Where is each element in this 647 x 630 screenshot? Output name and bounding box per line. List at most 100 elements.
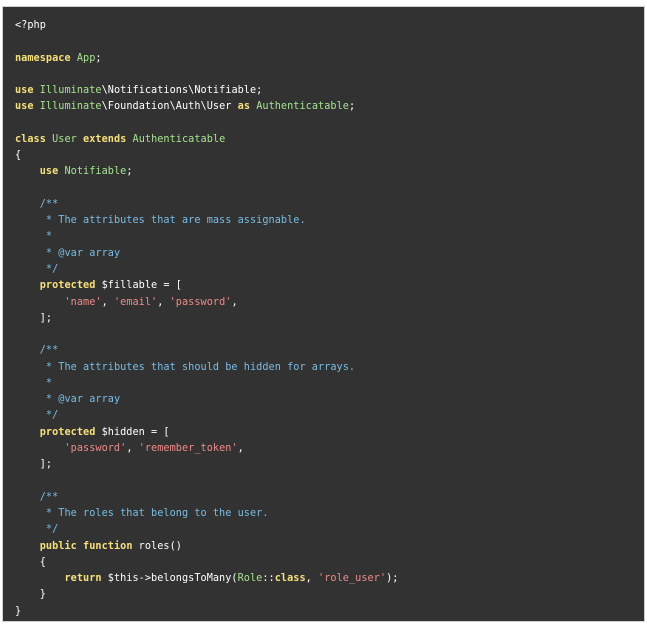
code-line: } (15, 587, 398, 603)
comment-token: * (45, 231, 53, 243)
code-token: \Notifications\Notifiable; (101, 85, 263, 97)
keyword-token: public (39, 540, 77, 552)
code-listing: <?php namespace App; use Illuminate\Notifi… (15, 18, 398, 620)
string-token: 'remember_token' (138, 442, 238, 454)
code-line: } (15, 604, 398, 620)
code-token: ; (348, 101, 356, 113)
comment-token: * The roles that belong to the user. (45, 507, 269, 519)
keyword-token: extends (83, 133, 127, 145)
code-token: { (15, 150, 22, 162)
code-token: , (237, 442, 244, 454)
code-line: * (15, 229, 398, 245)
class-name-token: User (52, 133, 77, 145)
code-line: * The attributes that should be hidden f… (15, 360, 398, 376)
comment-token: * @var array (45, 247, 121, 259)
keyword-token: as (237, 101, 251, 113)
keyword-token: use (39, 166, 59, 178)
keyword-token: protected (39, 426, 96, 438)
keyword-token: use (15, 101, 34, 113)
class-name-token: Notifiable (64, 166, 127, 178)
string-token: 'name' (64, 296, 102, 308)
code-token: , (231, 296, 238, 308)
code-line: * @var array (15, 392, 398, 408)
code-line: { (15, 148, 398, 164)
comment-token: /** (39, 345, 59, 357)
code-token: ; (95, 52, 102, 64)
keyword-token: protected (39, 280, 96, 292)
code-line: 'password', 'remember_token', (15, 441, 398, 457)
keyword-token: function (83, 540, 133, 552)
comment-token: /** (39, 198, 59, 210)
code-line: protected $hidden = [ (15, 425, 398, 441)
code-line: return $this->belongsToMany(Role::class,… (15, 571, 398, 587)
code-token: roles() (132, 540, 182, 552)
keyword-token: use (15, 85, 34, 97)
class-name-token: Illuminate (39, 101, 102, 113)
code-token: { (15, 556, 46, 568)
code-line: <?php (15, 18, 398, 34)
code-line: /** (15, 343, 398, 359)
code-line: */ (15, 262, 398, 278)
code-token: \Foundation\Auth\User (101, 101, 238, 113)
code-token: ); (386, 573, 399, 585)
code-block: <?php namespace App; use Illuminate\Notifi… (2, 6, 645, 622)
code-line: /** (15, 490, 398, 506)
code-line: protected $fillable = [ (15, 278, 398, 294)
code-token: ]; (15, 459, 53, 471)
comment-token: * (45, 377, 53, 389)
code-line: class User extends Authenticatable (15, 132, 398, 148)
comment-token: */ (45, 263, 59, 275)
class-name-token: Illuminate (39, 85, 102, 97)
code-token: $fillable = [ (95, 280, 182, 292)
class-name-token: Authenticatable (256, 101, 349, 113)
code-token: , (305, 573, 319, 585)
comment-token: */ (45, 524, 59, 536)
code-line: use Illuminate\Notifications\Notifiable; (15, 83, 398, 99)
class-name-token: App (76, 52, 96, 64)
code-line: * The attributes that are mass assignabl… (15, 213, 398, 229)
code-line: use Illuminate\Foundation\Auth\User as A… (15, 99, 398, 115)
code-line: ]; (15, 311, 398, 327)
code-token: $hidden = [ (95, 426, 170, 438)
code-token: , (101, 296, 114, 308)
comment-token: /** (39, 491, 59, 503)
code-token: } (15, 605, 22, 617)
code-token: , (157, 296, 170, 308)
code-line: */ (15, 408, 398, 424)
code-token: ]; (15, 312, 53, 324)
code-line: ]; (15, 457, 398, 473)
code-line: public function roles() (15, 539, 398, 555)
code-token: <?php (15, 20, 46, 31)
comment-token: * The attributes that are mass assignabl… (45, 215, 306, 227)
comment-token: */ (45, 410, 59, 422)
class-name-token: Authenticatable (132, 133, 226, 145)
code-token: ; (126, 166, 133, 178)
code-line: 'name', 'email', 'password', (15, 295, 398, 311)
string-token: 'role_user' (318, 573, 387, 585)
code-line: * @var array (15, 246, 398, 262)
code-token: , (126, 442, 139, 454)
code-line: * The roles that belong to the user. (15, 506, 398, 522)
